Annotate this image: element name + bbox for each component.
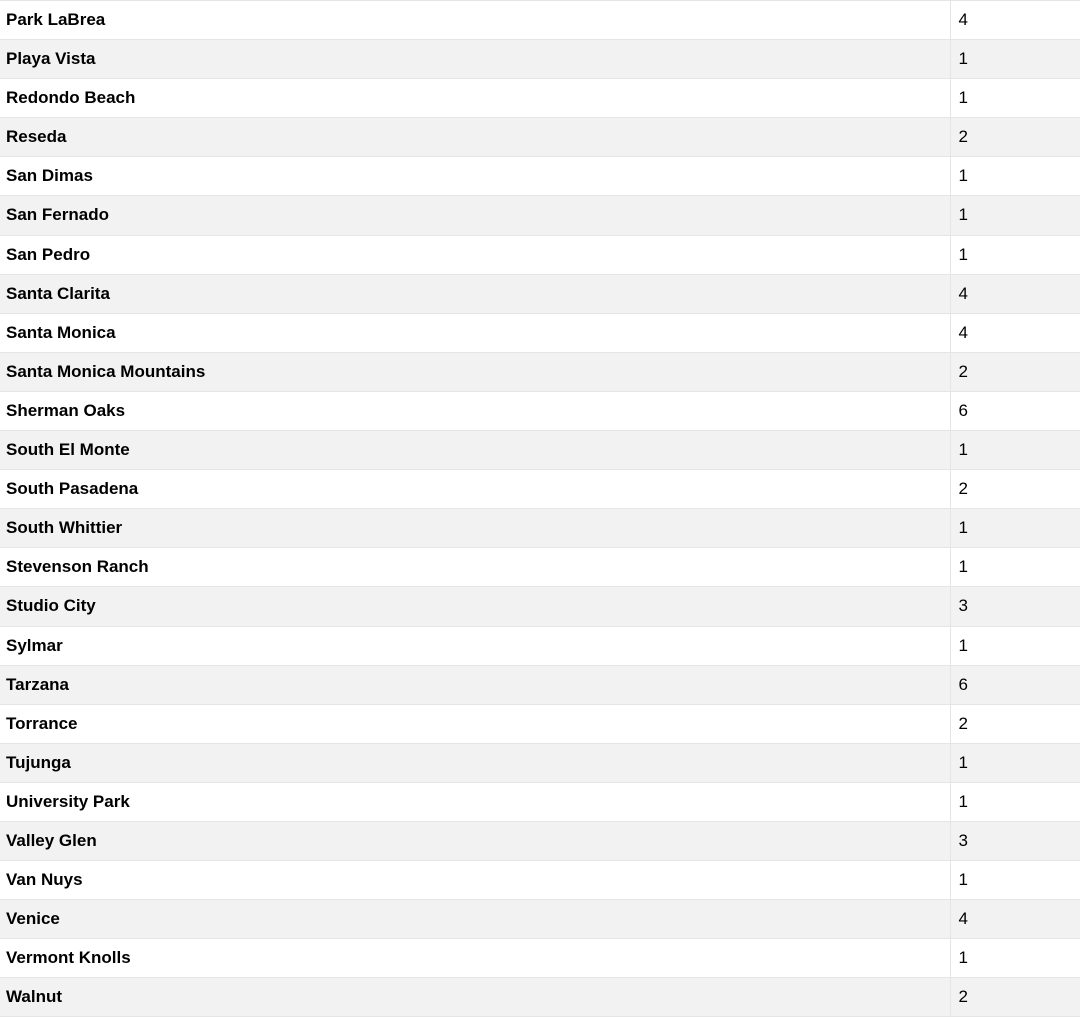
row-name: Van Nuys bbox=[0, 861, 950, 900]
table-row: San Fernado1 bbox=[0, 196, 1080, 235]
row-count: 3 bbox=[950, 821, 1080, 860]
row-name: South El Monte bbox=[0, 431, 950, 470]
row-name: San Dimas bbox=[0, 157, 950, 196]
row-name: Santa Monica bbox=[0, 313, 950, 352]
table-row: Walnut2 bbox=[0, 978, 1080, 1017]
row-name: South Pasadena bbox=[0, 470, 950, 509]
table-row: San Pedro1 bbox=[0, 235, 1080, 274]
table-row: South El Monte1 bbox=[0, 431, 1080, 470]
row-count: 1 bbox=[950, 626, 1080, 665]
table-row: Santa Clarita4 bbox=[0, 274, 1080, 313]
table-row: South Whittier1 bbox=[0, 509, 1080, 548]
row-count: 3 bbox=[950, 587, 1080, 626]
table-row: South Pasadena2 bbox=[0, 470, 1080, 509]
row-count: 4 bbox=[950, 900, 1080, 939]
row-name: Venice bbox=[0, 900, 950, 939]
row-name: San Pedro bbox=[0, 235, 950, 274]
row-name: Studio City bbox=[0, 587, 950, 626]
row-name: Vermont Knolls bbox=[0, 939, 950, 978]
row-name: Park LaBrea bbox=[0, 1, 950, 40]
row-name: Sherman Oaks bbox=[0, 391, 950, 430]
row-count: 1 bbox=[950, 157, 1080, 196]
table-row: Tujunga1 bbox=[0, 743, 1080, 782]
table-row: Tarzana6 bbox=[0, 665, 1080, 704]
row-name: Santa Monica Mountains bbox=[0, 352, 950, 391]
row-name: Tarzana bbox=[0, 665, 950, 704]
row-count: 1 bbox=[950, 509, 1080, 548]
table-row: San Dimas1 bbox=[0, 157, 1080, 196]
data-table: Park LaBrea4Playa Vista1Redondo Beach1Re… bbox=[0, 0, 1080, 1017]
row-name: University Park bbox=[0, 782, 950, 821]
row-name: Stevenson Ranch bbox=[0, 548, 950, 587]
row-count: 6 bbox=[950, 391, 1080, 430]
row-count: 1 bbox=[950, 235, 1080, 274]
row-name: Torrance bbox=[0, 704, 950, 743]
table-row: Sherman Oaks6 bbox=[0, 391, 1080, 430]
row-name: San Fernado bbox=[0, 196, 950, 235]
table-row: Torrance2 bbox=[0, 704, 1080, 743]
table-row: Santa Monica4 bbox=[0, 313, 1080, 352]
table-body: Park LaBrea4Playa Vista1Redondo Beach1Re… bbox=[0, 1, 1080, 1017]
row-count: 1 bbox=[950, 40, 1080, 79]
row-name: Redondo Beach bbox=[0, 79, 950, 118]
row-count: 1 bbox=[950, 79, 1080, 118]
row-name: Sylmar bbox=[0, 626, 950, 665]
table-row: Redondo Beach1 bbox=[0, 79, 1080, 118]
row-count: 4 bbox=[950, 274, 1080, 313]
row-count: 2 bbox=[950, 470, 1080, 509]
table-row: Vermont Knolls1 bbox=[0, 939, 1080, 978]
table-row: Sylmar1 bbox=[0, 626, 1080, 665]
row-count: 4 bbox=[950, 1, 1080, 40]
row-count: 2 bbox=[950, 704, 1080, 743]
table-row: Van Nuys1 bbox=[0, 861, 1080, 900]
table-row: University Park1 bbox=[0, 782, 1080, 821]
table-row: Park LaBrea4 bbox=[0, 1, 1080, 40]
row-count: 1 bbox=[950, 782, 1080, 821]
row-count: 1 bbox=[950, 939, 1080, 978]
row-name: Valley Glen bbox=[0, 821, 950, 860]
row-count: 2 bbox=[950, 978, 1080, 1017]
row-name: Santa Clarita bbox=[0, 274, 950, 313]
table-row: Stevenson Ranch1 bbox=[0, 548, 1080, 587]
row-count: 6 bbox=[950, 665, 1080, 704]
table-row: Playa Vista1 bbox=[0, 40, 1080, 79]
row-count: 1 bbox=[950, 548, 1080, 587]
row-count: 1 bbox=[950, 431, 1080, 470]
row-name: Walnut bbox=[0, 978, 950, 1017]
row-name: Tujunga bbox=[0, 743, 950, 782]
table-row: Studio City3 bbox=[0, 587, 1080, 626]
row-count: 1 bbox=[950, 861, 1080, 900]
table-row: Santa Monica Mountains2 bbox=[0, 352, 1080, 391]
row-count: 1 bbox=[950, 196, 1080, 235]
row-count: 1 bbox=[950, 743, 1080, 782]
table-row: Venice4 bbox=[0, 900, 1080, 939]
table-row: Valley Glen3 bbox=[0, 821, 1080, 860]
row-name: South Whittier bbox=[0, 509, 950, 548]
row-count: 2 bbox=[950, 352, 1080, 391]
row-count: 4 bbox=[950, 313, 1080, 352]
table-row: Reseda2 bbox=[0, 118, 1080, 157]
row-name: Reseda bbox=[0, 118, 950, 157]
row-name: Playa Vista bbox=[0, 40, 950, 79]
row-count: 2 bbox=[950, 118, 1080, 157]
